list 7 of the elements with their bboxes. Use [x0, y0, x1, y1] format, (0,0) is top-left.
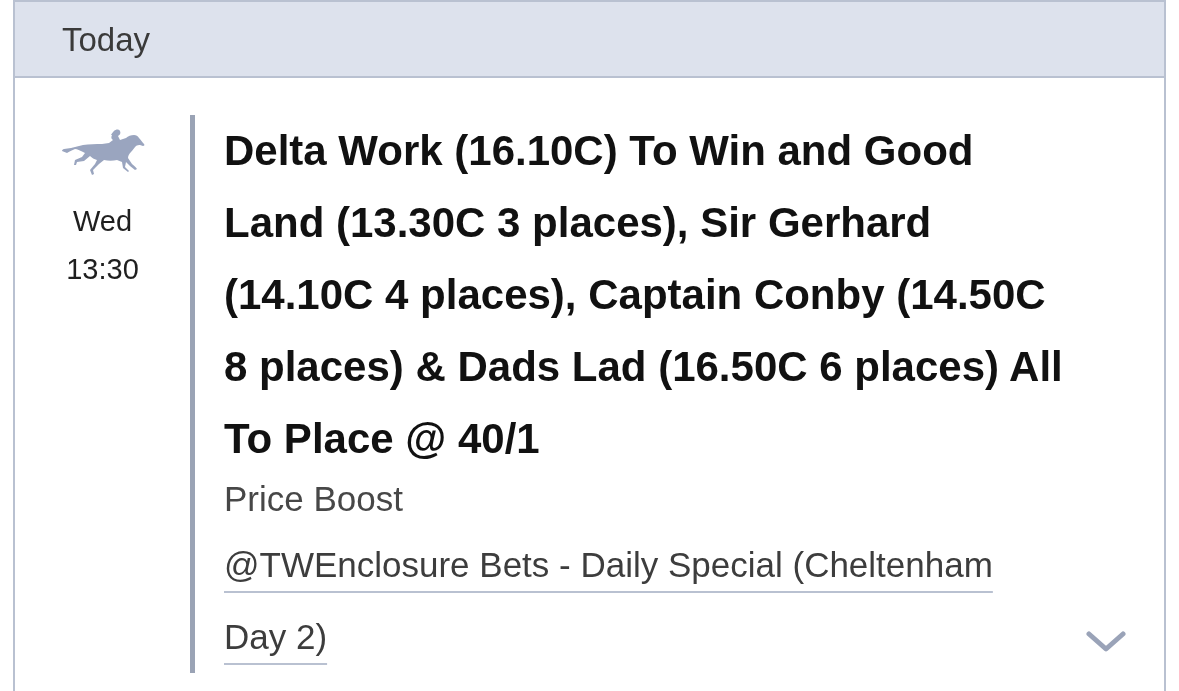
- event-time: 13:30: [66, 252, 139, 287]
- chevron-down-icon[interactable]: [1086, 631, 1126, 653]
- event-day: Wed: [72, 197, 133, 245]
- source-link[interactable]: @TWEnclosure Bets - Daily Special (Cheltenham Day 2): [224, 529, 1029, 673]
- bet-title: Delta Work (16.10C) To Win and Good Land (13.30C 3 places), Sir Gerhard (14.10C 4 places), Captain Conby (14.50C 8 places) & Dads Lad (16.50C 6 places) All To Place @ 40/1: [224, 126, 1064, 464]
- section-title: Today: [62, 22, 151, 56]
- bet-type-label: Price Boost: [224, 478, 404, 520]
